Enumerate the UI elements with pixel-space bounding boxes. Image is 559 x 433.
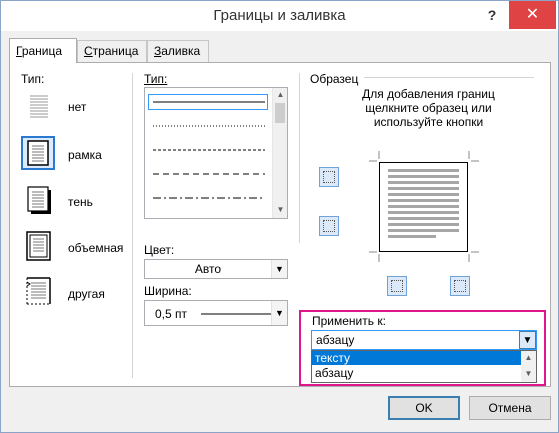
- preview-text-line: [388, 193, 459, 196]
- setting-none-label: нет: [68, 100, 87, 114]
- setting-custom-label: другая: [68, 287, 105, 301]
- scroll-thumb[interactable]: [275, 103, 285, 123]
- scroll-down-icon[interactable]: ▼: [273, 203, 287, 217]
- scroll-up-icon[interactable]: ▲: [521, 351, 536, 366]
- setting-3d-button[interactable]: [22, 229, 56, 263]
- apply-list-scrollbar[interactable]: ▲ ▼: [521, 351, 536, 382]
- apply-to-select[interactable]: абзацу ▼: [311, 330, 537, 350]
- left-border-button[interactable]: [387, 276, 407, 296]
- setting-shadow-button[interactable]: [22, 184, 56, 218]
- border-style-samples: [153, 101, 265, 199]
- setting-box-label: рамка: [68, 148, 102, 162]
- window-title: Границы и заливка: [213, 7, 346, 24]
- color-select[interactable]: Авто ▼: [144, 259, 288, 279]
- preview-text-line: [388, 187, 459, 190]
- cancel-button[interactable]: Отмена: [469, 396, 551, 420]
- color-value: Авто: [194, 262, 222, 276]
- bottom-border-button[interactable]: [319, 216, 339, 236]
- style-label-text: Тип:: [144, 72, 168, 86]
- preview-text-line: [388, 211, 459, 214]
- top-border-button[interactable]: [319, 167, 339, 187]
- apply-option-paragraph[interactable]: абзацу: [312, 366, 522, 380]
- preview-text-line: [388, 229, 459, 232]
- style-label: Тип:: [144, 72, 167, 86]
- preview-text-line: [388, 199, 459, 202]
- width-value: 0,5 пт: [155, 307, 188, 321]
- setting-custom-button[interactable]: [22, 274, 56, 308]
- preview-text-line: [388, 169, 459, 172]
- setting-label: Тип:: [21, 72, 45, 86]
- tab-borders[interactable]: Граница: [9, 38, 77, 63]
- setting-box-icon: [27, 140, 49, 166]
- preview-instructions: Для добавления границ щелкните образец и…: [310, 87, 547, 129]
- setting-3d-icon: [26, 231, 51, 261]
- top-border-icon: [323, 171, 335, 183]
- width-label-text: Ширина:: [144, 284, 192, 298]
- setting-box-button[interactable]: [21, 136, 55, 170]
- preview-text-line: [388, 205, 459, 208]
- setting-custom-icon: [26, 277, 51, 305]
- width-label: Ширина:: [144, 284, 192, 298]
- preview-text-line: [388, 235, 436, 238]
- color-label: Цвет:: [144, 243, 174, 257]
- apply-to-value: абзацу: [316, 333, 355, 347]
- borders-shading-dialog: Границы и заливка ? ✕ Граница Страница З…: [0, 0, 559, 433]
- preview-page[interactable]: [379, 162, 468, 252]
- title-bar: Границы и заливка ? ✕: [1, 1, 558, 31]
- close-button[interactable]: ✕: [509, 1, 556, 29]
- chevron-down-icon[interactable]: ▼: [271, 260, 287, 278]
- border-style-list[interactable]: ▲ ▼: [144, 87, 288, 219]
- preview-text-line: [388, 223, 459, 226]
- left-border-icon: [391, 280, 403, 292]
- bottom-border-icon: [323, 220, 335, 232]
- borders-tab-panel: Тип: нет рамка тень объемная другая Тип:…: [9, 62, 551, 387]
- apply-to-dropdown-list: тексту абзацу ▲ ▼: [311, 350, 537, 383]
- right-border-icon: [454, 280, 466, 292]
- apply-to-label: Применить к:: [312, 314, 386, 328]
- tab-shading[interactable]: Заливка: [147, 40, 209, 62]
- setting-none-button[interactable]: [22, 89, 56, 123]
- preview-label: Образец: [310, 72, 359, 86]
- help-button[interactable]: ?: [479, 3, 505, 27]
- scroll-up-icon[interactable]: ▲: [273, 88, 287, 102]
- apply-option-text[interactable]: тексту: [312, 351, 522, 365]
- tab-page-border[interactable]: Страница: [77, 40, 147, 62]
- preview-instructions-line3: используйте кнопки: [373, 115, 484, 129]
- preview-text-line: [388, 217, 459, 220]
- preview-instructions-line1: Для добавления границ: [362, 87, 495, 101]
- preview-text-line: [388, 175, 459, 178]
- setting-shadow-icon: [27, 186, 51, 214]
- width-line-sample: [201, 313, 271, 315]
- chevron-down-icon[interactable]: ▼: [519, 331, 536, 349]
- column-divider-left: [132, 73, 133, 378]
- setting-shadow-label: тень: [68, 195, 93, 209]
- tab-shading-label: аливка: [161, 44, 201, 58]
- setting-none-icon: [30, 95, 48, 118]
- tab-page-label: траница: [92, 44, 139, 58]
- ok-button[interactable]: OK: [388, 396, 460, 420]
- apply-to-highlight: Применить к: абзацу ▼ тексту абзацу ▲ ▼: [299, 310, 546, 386]
- color-label-text: Цвет:: [144, 243, 175, 257]
- preview-rule: [364, 77, 534, 78]
- width-select[interactable]: 0,5 пт ▼: [144, 300, 288, 326]
- preview-instructions-line2: щелкните образец или: [365, 101, 492, 115]
- style-list-scrollbar[interactable]: ▲ ▼: [272, 88, 287, 218]
- tab-page-accel: С: [84, 44, 93, 58]
- right-border-button[interactable]: [450, 276, 470, 296]
- tab-borders-label: раница: [21, 44, 63, 58]
- column-divider-right: [299, 73, 300, 243]
- setting-3d-label: объемная: [68, 241, 124, 255]
- scroll-down-icon[interactable]: ▼: [521, 367, 536, 382]
- preview-text-line: [388, 181, 459, 184]
- chevron-down-icon[interactable]: ▼: [271, 301, 287, 325]
